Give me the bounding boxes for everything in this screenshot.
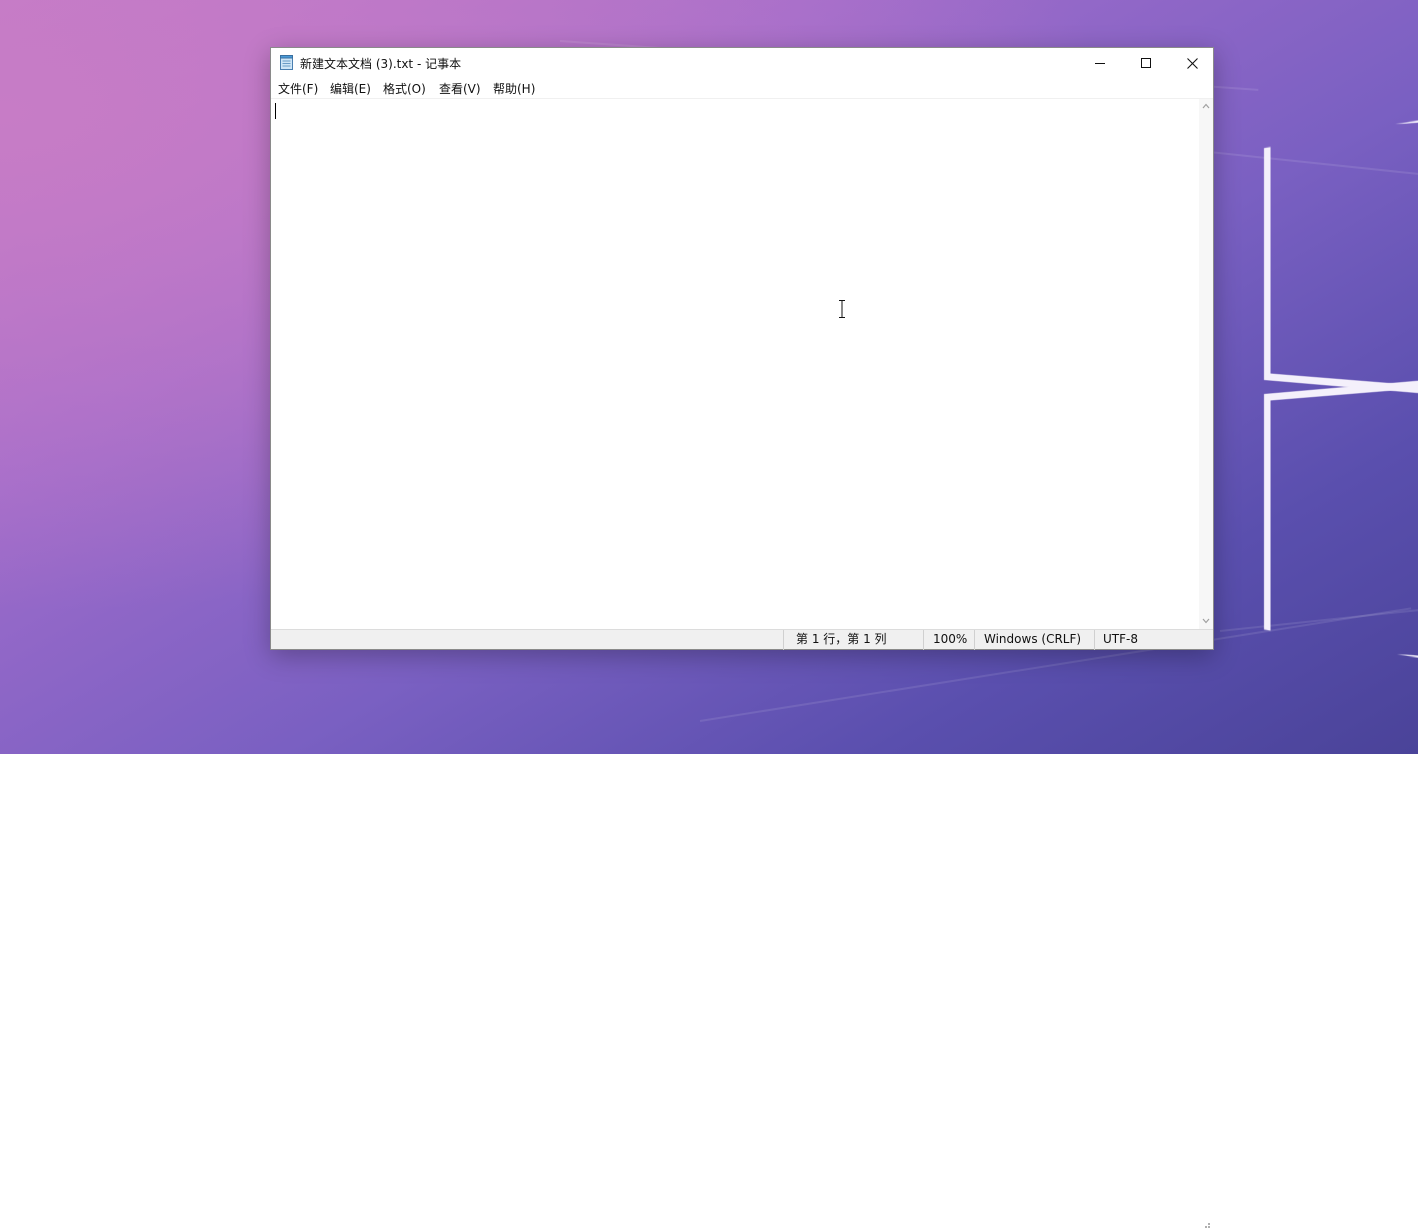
status-encoding: UTF-8 [1094, 630, 1199, 650]
menu-help[interactable]: 帮助(H) [493, 80, 535, 97]
scroll-down-arrow-icon[interactable] [1202, 617, 1210, 625]
minimize-button[interactable] [1077, 48, 1123, 78]
close-button[interactable] [1169, 48, 1215, 78]
status-bar: 第 1 行，第 1 列 100% Windows (CRLF) UTF-8 [271, 629, 1213, 1228]
minimize-icon [1095, 63, 1105, 64]
maximize-icon [1141, 58, 1151, 68]
status-line-ending: Windows (CRLF) [974, 630, 1094, 650]
windows-logo-pane-bottom [1264, 376, 1418, 669]
title-bar[interactable]: 新建文本文档 (3).txt - 记事本 [271, 48, 1213, 78]
status-cursor-position: 第 1 行，第 1 列 [783, 630, 923, 650]
text-editor[interactable] [271, 99, 1199, 629]
ibeam-cursor-icon [839, 300, 845, 318]
status-zoom: 100% [923, 630, 974, 650]
menu-view[interactable]: 查看(V) [439, 80, 481, 97]
close-icon [1186, 57, 1198, 69]
scroll-up-arrow-icon[interactable] [1202, 102, 1210, 110]
resize-grip-icon[interactable] [1200, 1213, 1212, 1229]
window-title: 新建文本文档 (3).txt - 记事本 [300, 57, 462, 71]
vertical-scrollbar[interactable] [1199, 99, 1213, 629]
menu-edit[interactable]: 编辑(E) [330, 80, 371, 97]
text-caret [275, 103, 276, 119]
menu-format[interactable]: 格式(O) [383, 80, 426, 97]
windows-logo-pane-top [1264, 110, 1418, 398]
menu-file[interactable]: 文件(F) [278, 80, 318, 97]
notepad-icon[interactable] [280, 55, 293, 70]
maximize-button[interactable] [1123, 48, 1169, 78]
menu-bar: 文件(F) 编辑(E) 格式(O) 查看(V) 帮助(H) [271, 78, 1213, 99]
notepad-window: 新建文本文档 (3).txt - 记事本 文件(F) 编辑(E) 格式(O) 查… [270, 47, 1214, 1228]
